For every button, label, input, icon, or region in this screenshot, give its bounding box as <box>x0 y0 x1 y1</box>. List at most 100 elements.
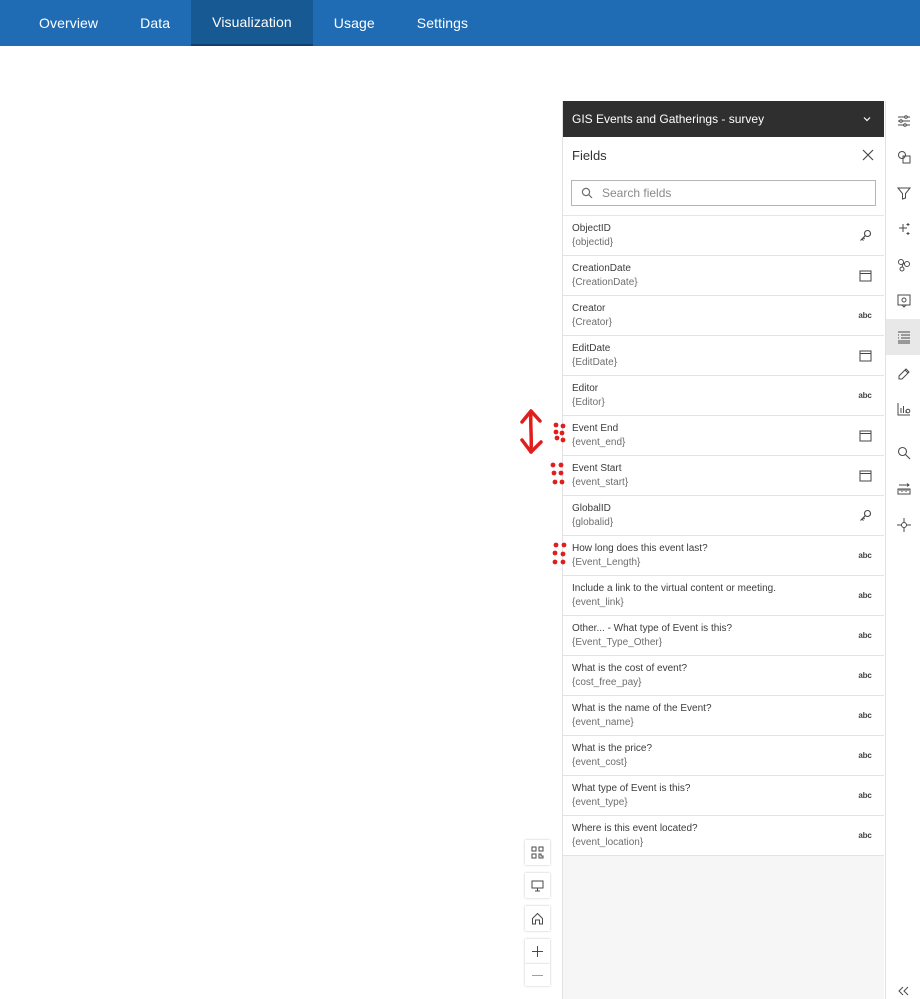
field-alias: {event_end} <box>572 437 626 448</box>
field-row[interactable]: What is the price? {event_cost} abc <box>563 736 884 776</box>
key-icon <box>859 229 871 241</box>
field-row[interactable]: What is the cost of event? {cost_free_pay… <box>563 656 884 696</box>
rail-measure-button[interactable] <box>886 471 920 507</box>
field-label: Event Start <box>572 463 622 474</box>
rail-popups-button[interactable] <box>886 283 920 319</box>
field-text: Event Start {event_start} <box>572 462 628 489</box>
qr-code-icon <box>531 846 544 859</box>
field-label: What is the cost of event? <box>572 663 688 674</box>
abc-icon: abc <box>858 711 872 720</box>
rail-styles-button[interactable] <box>886 139 920 175</box>
rail-filter-button[interactable] <box>886 175 920 211</box>
rail-properties-button[interactable] <box>886 103 920 139</box>
field-label: CreationDate <box>572 263 631 274</box>
top-nav: Overview Data Visualization Usage Settin… <box>0 0 920 46</box>
field-type-indicator <box>858 509 872 522</box>
field-row[interactable]: EditDate {EditDate} <box>563 336 884 376</box>
field-text: EditDate {EditDate} <box>572 342 617 369</box>
zoom-out-button[interactable] <box>525 964 550 986</box>
field-label: What is the name of the Event? <box>572 703 712 714</box>
field-text: GlobalID {globalid} <box>572 502 613 529</box>
abc-icon: abc <box>858 631 872 640</box>
drag-handle-icon <box>552 542 567 565</box>
rail-effects-button[interactable] <box>886 211 920 247</box>
field-type-indicator <box>858 429 872 442</box>
field-alias: {event_start} <box>572 477 629 488</box>
chart-gear-icon <box>897 403 910 416</box>
field-row[interactable]: Other... - What type of Event is this? {E… <box>563 616 884 656</box>
field-row[interactable]: How long does this event last? {Event_Len… <box>563 536 884 576</box>
field-alias: {CreationDate} <box>572 277 638 288</box>
field-type-indicator: abc <box>858 751 872 760</box>
field-row[interactable]: What type of Event is this? {event_type} a… <box>563 776 884 816</box>
field-alias: {event_location} <box>572 837 644 848</box>
fields-title: Fields <box>572 147 607 163</box>
tab-settings[interactable]: Settings <box>396 0 489 46</box>
fields-header: Fields <box>563 137 884 173</box>
field-row[interactable]: Editor {Editor} abc <box>563 376 884 416</box>
cluster-icon <box>897 259 910 272</box>
field-label: Event End <box>572 423 619 434</box>
field-type-indicator <box>858 349 872 362</box>
field-row[interactable]: What is the name of the Event? {event_nam… <box>563 696 884 736</box>
monitor-button[interactable] <box>525 873 550 898</box>
rail-charts-button[interactable] <box>886 391 920 427</box>
collapse-icon <box>897 986 908 996</box>
tab-usage[interactable]: Usage <box>313 0 396 46</box>
field-text: What is the price? {event_cost} <box>572 742 652 769</box>
field-row[interactable]: CreationDate {CreationDate} <box>563 256 884 296</box>
zoom-out-icon <box>532 974 543 976</box>
field-alias: {Creator} <box>572 317 613 328</box>
field-type-indicator: abc <box>858 551 872 560</box>
close-button[interactable] <box>861 148 875 162</box>
abc-icon: abc <box>858 831 872 840</box>
rail-aggregation-button[interactable] <box>886 247 920 283</box>
field-text: How long does this event last? {Event_Len… <box>572 542 708 569</box>
fields-list-icon <box>897 331 910 344</box>
rail-collapse-button[interactable] <box>886 973 920 999</box>
field-type-indicator <box>858 229 872 242</box>
home-button[interactable] <box>525 906 550 931</box>
field-row[interactable]: Where is this event located? {event_locat… <box>563 816 884 856</box>
field-type-indicator: abc <box>858 311 872 320</box>
crosshair-icon <box>896 518 911 532</box>
sparkle-icon <box>898 223 909 235</box>
tab-data[interactable]: Data <box>119 0 191 46</box>
field-alias: {Editor} <box>572 397 605 408</box>
field-text: Creator {Creator} <box>572 302 612 329</box>
field-row[interactable]: ObjectID {objectid} <box>563 216 884 256</box>
tab-overview[interactable]: Overview <box>18 0 119 46</box>
field-row[interactable]: Event Start {event_start} <box>563 456 884 496</box>
field-label: Creator <box>572 303 606 314</box>
zoom-in-button[interactable] <box>525 939 550 964</box>
field-text: Other... - What type of Event is this? {E… <box>572 622 732 649</box>
reorder-arrow-icon <box>520 409 543 454</box>
field-label: How long does this event last? <box>572 543 708 554</box>
qr-code-button[interactable] <box>525 840 550 865</box>
rail-search-button[interactable] <box>886 435 920 471</box>
rail-labels-button[interactable] <box>886 355 920 391</box>
field-type-indicator: abc <box>858 711 872 720</box>
search-container <box>563 173 884 216</box>
search-box[interactable] <box>571 180 876 206</box>
popup-gear-icon <box>897 294 910 308</box>
field-alias: {cost_free_pay} <box>572 677 642 688</box>
tab-visualization[interactable]: Visualization <box>191 0 313 46</box>
field-text: What type of Event is this? {event_type} <box>572 782 690 809</box>
field-type-indicator: abc <box>858 671 872 680</box>
search-input[interactable] <box>602 186 852 200</box>
field-text: ObjectID {objectid} <box>572 222 613 249</box>
field-row[interactable]: Event End {event_end} <box>563 416 884 456</box>
layer-selector[interactable]: GIS Events and Gatherings - survey <box>563 101 884 137</box>
field-label: GlobalID <box>572 503 611 514</box>
field-type-indicator: abc <box>858 831 872 840</box>
field-row[interactable]: GlobalID {globalid} <box>563 496 884 536</box>
field-alias: {event_link} <box>572 597 624 608</box>
calendar-icon <box>859 430 871 442</box>
rail-fields-button[interactable] <box>886 319 920 355</box>
field-row[interactable]: Include a link to the virtual content or… <box>563 576 884 616</box>
field-alias: {objectid} <box>572 237 614 248</box>
field-row[interactable]: Creator {Creator} abc <box>563 296 884 336</box>
rail-locate-button[interactable] <box>886 507 920 543</box>
field-type-indicator: abc <box>858 591 872 600</box>
